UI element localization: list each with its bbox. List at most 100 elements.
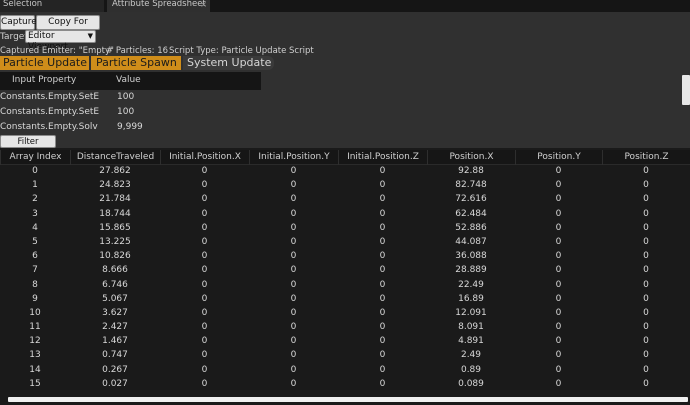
table-row[interactable]: 14 0.267 0 0 0 0.89 0 0 [0,363,690,378]
attribute-grid-body: 0 27.862 0 0 0 92.88 0 0 1 24.823 0 0 0 82.748 0 0 2 21.7… [0,165,690,392]
table-cell: 0 [290,222,297,233]
column-header[interactable]: Position.Y [515,150,602,165]
table-cell: 0.089 [458,378,484,389]
header-value[interactable]: Value [116,75,141,85]
table-cell: 0 [379,279,386,290]
column-header[interactable]: Array Index [0,150,70,165]
table-cell: 0 [290,265,297,276]
table-cell: 0 [201,208,208,219]
filter-attributes-button[interactable]: Filter Attributes [0,135,56,159]
table-cell: 0 [555,236,562,247]
horizontal-scrollbar[interactable] [8,397,688,402]
table-cell: 1 [32,180,38,191]
table-cell: 0 [290,364,297,375]
table-cell: 15 [29,378,41,389]
table-cell: 0 [643,293,649,304]
table-cell: 52.886 [455,222,487,233]
table-row[interactable]: 7 8.666 0 0 0 28.889 0 0 [0,264,690,279]
attribute-grid-header: Array Index DistanceTraveled Initial.Posit… [0,150,690,165]
tab-selection[interactable]: Selection [0,0,104,12]
table-cell: 0 [201,194,208,205]
tab-bar: Selection Attribute Spreadsheet × [0,0,690,12]
table-row[interactable]: 2 21.784 0 0 0 72.616 0 0 [0,193,690,208]
table-row[interactable]: 13 0.747 0 0 0 2.49 0 0 [0,349,690,364]
table-row[interactable]: 10 3.627 0 0 0 12.091 0 0 [0,306,690,322]
table-cell: 0 [379,251,386,262]
tab-attribute-spreadsheet[interactable]: Attribute Spreadsheet × [107,0,210,12]
table-cell: 0 [555,265,562,276]
table-cell: 0 [555,350,562,361]
table-cell: 0 [643,322,649,333]
table-cell: 0 [290,194,297,205]
table-cell: 0 [379,236,386,247]
table-row[interactable]: 0 27.862 0 0 0 92.88 0 0 [0,165,690,180]
table-cell: 1.467 [102,336,128,347]
table-row[interactable]: 12 1.467 0 0 0 4.891 0 0 [0,335,690,350]
header-input-property[interactable]: Input Property [12,75,76,85]
chevron-down-icon: ▼ [87,32,93,40]
property-row[interactable]: Constants.Empty.Solv 9,999 [0,120,261,135]
capture-button[interactable]: Capture [0,15,37,30]
scrollbar-thumb[interactable] [682,75,690,105]
property-row[interactable]: Constants.Empty.SetE 100 [0,90,261,105]
table-row[interactable]: 15 0.027 0 0 0 0.089 0 0 [0,377,690,392]
table-cell: 0 [643,251,649,262]
table-cell: 0 [290,166,297,176]
table-cell: 0 [201,166,208,176]
table-cell: 0 [555,364,562,375]
table-row[interactable]: 8 6.746 0 0 0 22.49 0 0 [0,278,690,293]
table-cell: 0 [643,378,649,389]
table-cell: 0 [555,293,562,304]
table-cell: 62.484 [455,208,487,219]
table-cell: 0 [201,265,208,276]
tab-system-update[interactable]: System Update [183,56,274,70]
table-row[interactable]: 1 24.823 0 0 0 82.748 0 0 [0,179,690,194]
table-row[interactable]: 5 13.225 0 0 0 44.087 0 0 [0,235,690,251]
table-row[interactable]: 4 15.865 0 0 0 52.886 0 0 [0,221,690,236]
table-cell: 0 [32,166,38,176]
table-cell: 0 [555,251,562,262]
table-cell: 0 [201,293,208,304]
table-cell: 0 [379,293,386,304]
table-cell: 0 [643,265,649,276]
column-header[interactable]: Initial.Position.Z [338,150,427,165]
table-cell: 5.067 [102,293,128,304]
property-value: 9,999 [117,122,143,132]
close-icon[interactable]: × [200,0,207,9]
table-cell: 4 [32,222,38,233]
table-cell: 44.087 [455,236,487,247]
table-row[interactable]: 9 5.067 0 0 0 16.89 0 0 [0,292,690,307]
table-row[interactable]: 11 2.427 0 0 0 8.091 0 0 [0,321,690,336]
table-cell: 0 [201,364,208,375]
column-header[interactable]: Initial.Position.X [160,150,249,165]
table-cell: 0 [201,307,208,318]
table-cell: 22.49 [458,279,484,290]
column-header[interactable]: Position.Z [602,150,690,165]
table-cell: 0 [201,336,208,347]
tab-particle-spawn[interactable]: Particle Spawn [91,56,181,70]
table-cell: 13.225 [99,236,131,247]
table-row[interactable]: 6 10.826 0 0 0 36.088 0 0 [0,250,690,265]
table-cell: 0 [555,279,562,290]
table-cell: 0 [379,336,386,347]
table-cell: 0 [290,279,297,290]
target-dropdown[interactable]: Editor Viewport ▼ [25,30,96,52]
property-value: 100 [117,107,135,117]
table-row[interactable]: 3 18.744 0 0 0 62.484 0 0 [0,207,690,222]
table-cell: 0 [555,336,562,347]
column-header[interactable]: DistanceTraveled [70,150,160,165]
table-cell: 14 [29,364,41,375]
table-cell: 18.744 [99,208,131,219]
table-cell: 0 [290,322,297,333]
table-cell: 0 [290,378,297,389]
tab-particle-update[interactable]: Particle Update [0,56,89,70]
table-cell: 0 [201,378,208,389]
column-header[interactable]: Position.X [427,150,515,165]
property-row[interactable]: Constants.Empty.SetE 100 [0,105,261,120]
table-cell: 72.616 [455,194,487,205]
column-header[interactable]: Initial.Position.Y [249,150,338,165]
table-cell: 0 [379,378,386,389]
table-cell: 0 [290,251,297,262]
table-cell: 0 [555,322,562,333]
copy-for-excel-button[interactable]: Copy For Excel [36,15,100,40]
